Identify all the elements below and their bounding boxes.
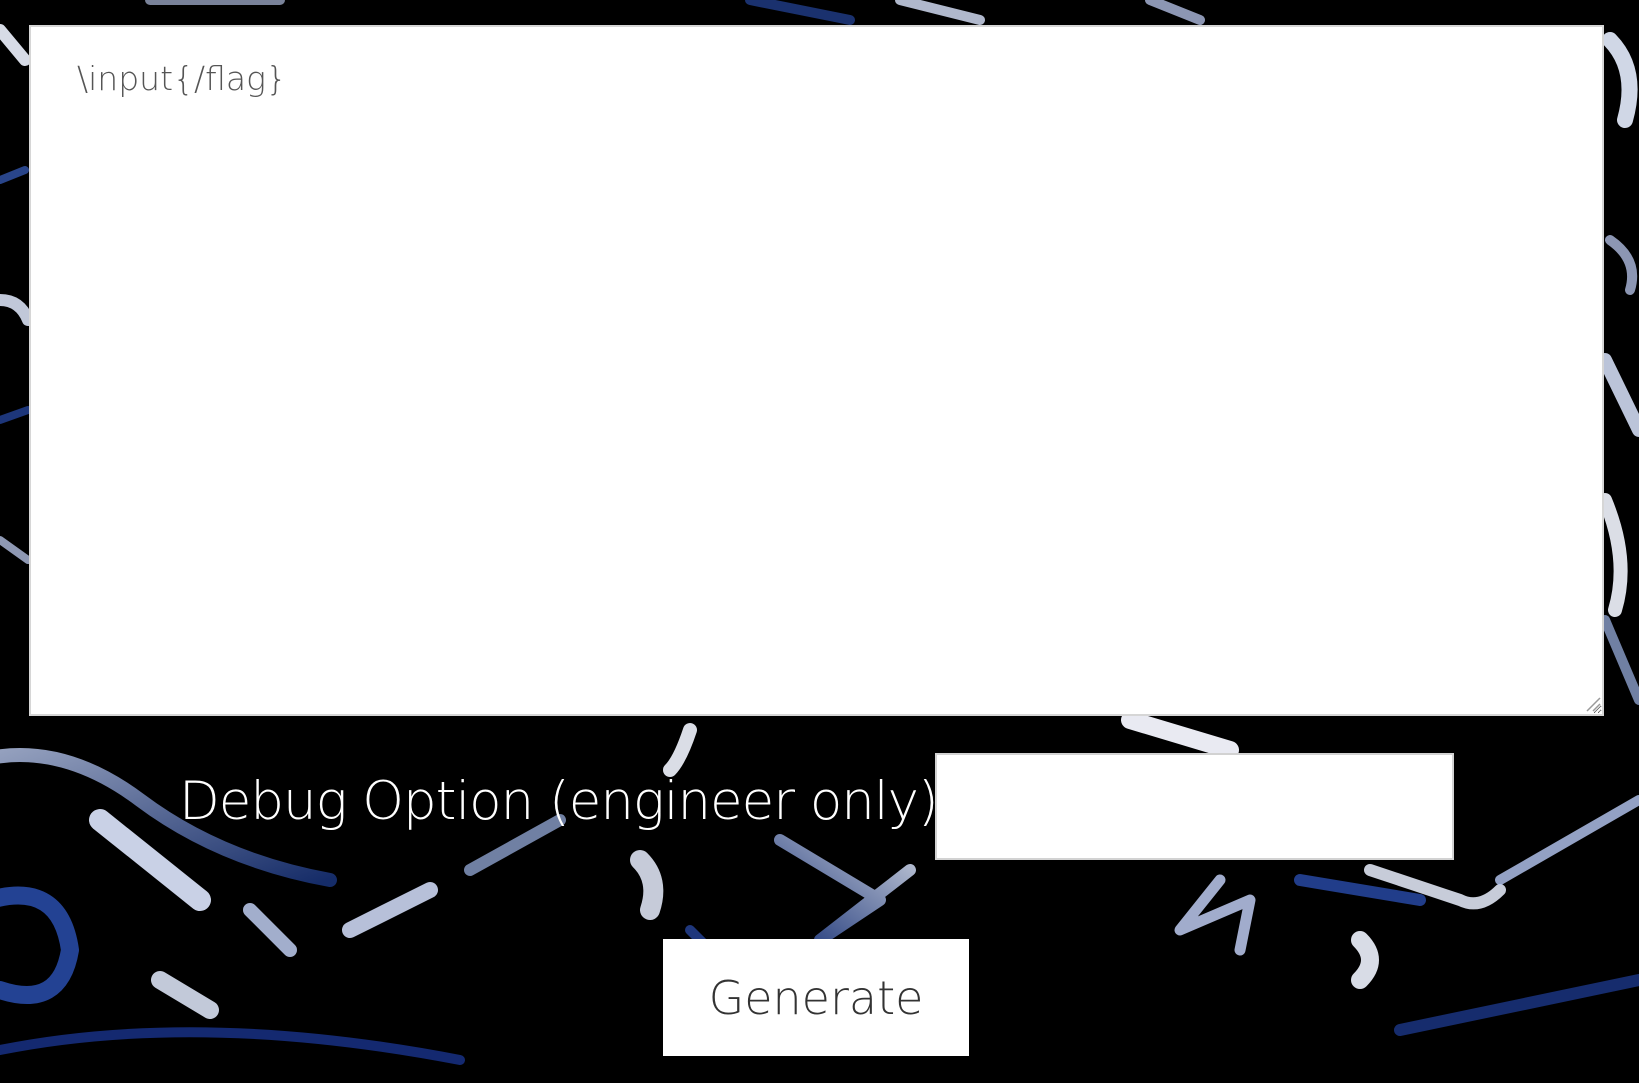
latex-editor[interactable]: \input{/flag} [29,25,1604,716]
generate-button[interactable]: Generate [663,939,969,1056]
resize-grip-icon[interactable] [1583,694,1601,712]
debug-option-label: Debug Option (engineer only) [179,771,939,832]
debug-option-input[interactable] [935,753,1454,860]
